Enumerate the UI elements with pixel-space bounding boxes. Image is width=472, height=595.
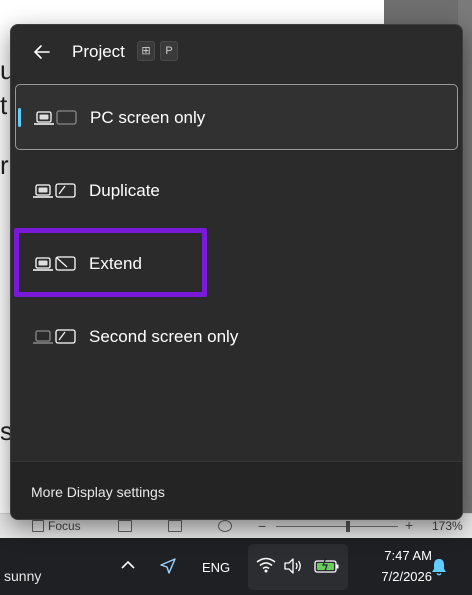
back-arrow-icon[interactable] (29, 39, 55, 65)
input-language-indicator[interactable]: ENG (202, 560, 230, 575)
option-label: Second screen only (89, 327, 239, 346)
option-pc-screen-only[interactable]: PC screen only (15, 84, 458, 150)
zoom-slider-track[interactable] (276, 526, 398, 527)
p-key-badge: P (160, 41, 178, 61)
option-second-screen-only[interactable]: Second screen only (15, 304, 458, 370)
option-label: Duplicate (89, 181, 160, 200)
windows-key-badge: ⊞ (137, 41, 155, 61)
show-hidden-icons-chevron-icon[interactable] (120, 558, 136, 576)
flyout-title: Project (72, 42, 125, 61)
pc-screen-only-icon (33, 109, 79, 127)
flyout-header: Project ⊞ P (11, 25, 462, 77)
more-display-settings-link[interactable]: More Display settings (31, 484, 165, 500)
focus-mode-button[interactable]: Focus (32, 519, 81, 533)
option-label: PC screen only (90, 108, 206, 127)
print-layout-icon[interactable] (168, 520, 182, 532)
zoom-out-button[interactable]: − (258, 518, 266, 534)
annotation-highlight-box (14, 228, 207, 297)
read-mode-icon[interactable] (118, 520, 132, 532)
document-text-fragment: r (0, 150, 9, 180)
zoom-slider-thumb[interactable] (346, 521, 350, 532)
option-duplicate[interactable]: Duplicate (15, 158, 458, 224)
notification-bell-icon[interactable] (430, 557, 448, 577)
duplicate-icon (32, 182, 78, 200)
zoom-level[interactable]: 173% (432, 519, 463, 533)
selection-indicator (18, 108, 21, 127)
focus-icon (32, 520, 44, 532)
document-text-fragment: t (0, 90, 8, 120)
taskbar: sunny ENG 7:47 AM 7/2/2026 (0, 538, 472, 595)
second-screen-only-icon (32, 328, 78, 346)
web-layout-icon[interactable] (218, 520, 232, 532)
volume-icon (283, 557, 303, 575)
flyout-footer: More Display settings (11, 461, 462, 519)
location-icon[interactable] (158, 556, 178, 576)
clock-time[interactable]: 7:47 AM (360, 548, 432, 563)
weather-widget[interactable]: sunny (4, 568, 41, 584)
clock-date[interactable]: 7/2/2026 (360, 569, 432, 584)
battery-charging-icon (314, 557, 340, 574)
focus-label: Focus (48, 519, 81, 533)
wifi-icon (256, 557, 276, 573)
